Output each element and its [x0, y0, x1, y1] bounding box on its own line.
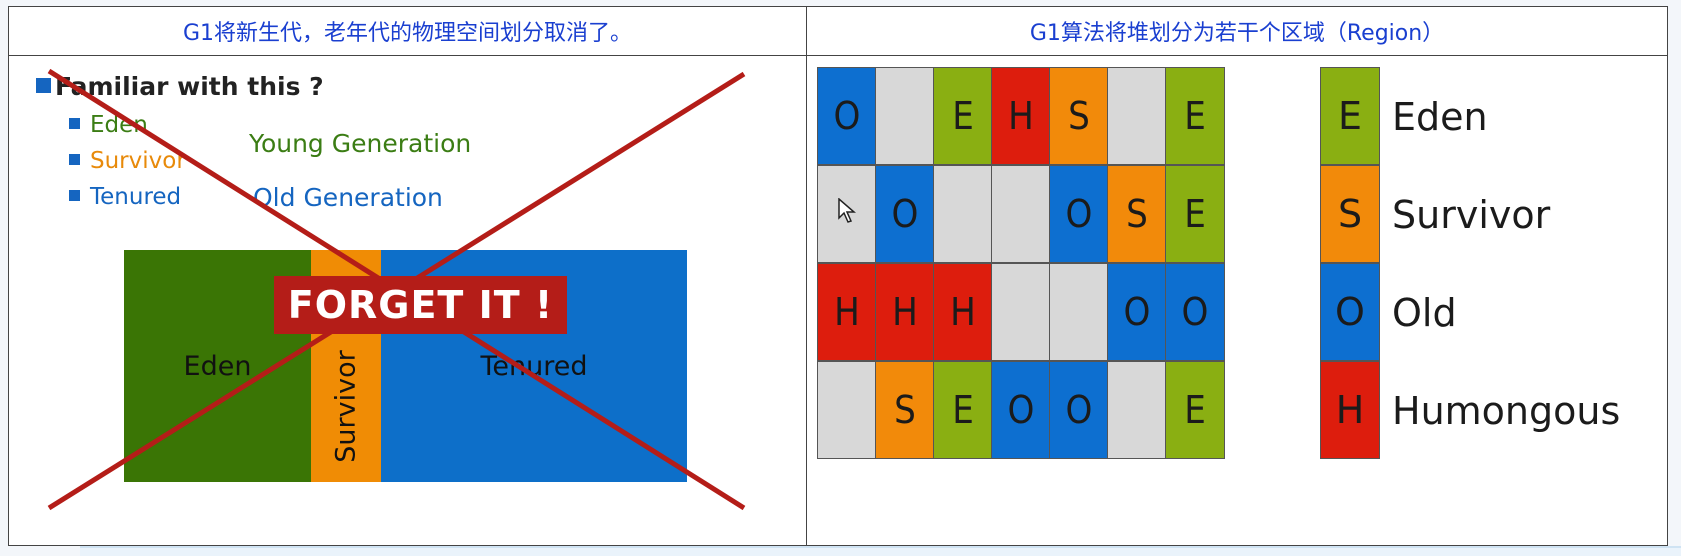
comparison-table: G1将新生代，老年代的物理空间划分取消了。 G1算法将堆划分为若干个区域（Reg… — [8, 6, 1668, 547]
region-cell-empty — [933, 165, 993, 263]
legend-label-eden: Eden — [1392, 95, 1488, 139]
mouse-cursor-icon — [838, 198, 856, 223]
region-cell-o: O — [1049, 361, 1109, 459]
region-cell-empty — [1107, 67, 1167, 165]
region-cell-o: O — [875, 165, 935, 263]
region-cell-e: E — [933, 67, 993, 165]
region-cell-e: E — [1165, 165, 1225, 263]
classic-generations-panel: Familiar with this ? Eden Survivor Tenur… — [9, 56, 806, 546]
legend-swatch-o: O — [1320, 263, 1380, 361]
region-cell-o: O — [817, 67, 877, 165]
legend-label-humongous: Humongous — [1392, 389, 1621, 433]
region-cell-e: E — [1165, 67, 1225, 165]
forget-it-stamp: FORGET IT ! — [274, 276, 567, 334]
region-cell-empty — [1107, 361, 1167, 459]
region-cell-empty — [991, 263, 1051, 361]
region-cell-empty — [817, 361, 877, 459]
region-cell-h: H — [817, 263, 877, 361]
legend-swatch-h: H — [1320, 361, 1380, 459]
region-cell-h: H — [933, 263, 993, 361]
region-cell-e: E — [1165, 361, 1225, 459]
region-cell-empty — [875, 67, 935, 165]
region-cell-empty — [1049, 263, 1109, 361]
legend-label-survivor: Survivor — [1392, 193, 1551, 237]
right-header: G1算法将堆划分为若干个区域（Region） — [807, 7, 1667, 56]
region-cell-empty — [991, 165, 1051, 263]
bottom-strip — [80, 546, 1681, 556]
region-cell-h: H — [875, 263, 935, 361]
legend-swatch-s: S — [1320, 165, 1380, 263]
region-cell-o: O — [1049, 165, 1109, 263]
region-cell-s: S — [1107, 165, 1167, 263]
legend-swatch-e: E — [1320, 67, 1380, 165]
region-cell-s: S — [875, 361, 935, 459]
region-cell-s: S — [1049, 67, 1109, 165]
region-cell-o: O — [1165, 263, 1225, 361]
region-cell-h: H — [991, 67, 1051, 165]
region-cell-e: E — [933, 361, 993, 459]
left-header: G1将新生代，老年代的物理空间划分取消了。 — [9, 7, 806, 56]
region-cell-o: O — [1107, 263, 1167, 361]
region-cell-o: O — [991, 361, 1051, 459]
legend-label-old: Old — [1392, 291, 1457, 335]
g1-regions-panel: OEHSEOOSEHHHOOSEOOE E Eden S Survivor O Old H H… — [807, 56, 1667, 546]
